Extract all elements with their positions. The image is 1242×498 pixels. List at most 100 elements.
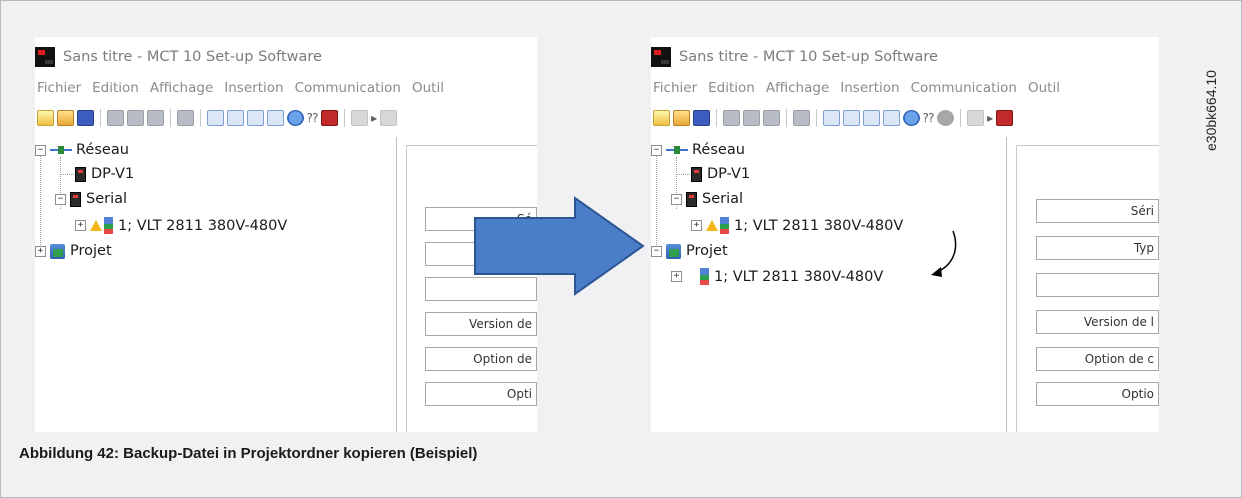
menu-edition[interactable]: Edition <box>708 80 755 96</box>
device-icon <box>70 191 81 207</box>
small-icons-icon[interactable] <box>843 110 860 126</box>
figure-code: e30bk664.10 <box>1197 31 1223 181</box>
menu-edition[interactable]: Edition <box>92 80 139 96</box>
save-icon[interactable] <box>77 110 94 126</box>
open-folder-icon[interactable] <box>673 110 690 126</box>
tree-node-network[interactable]: − Réseau <box>35 142 129 158</box>
list-view-icon[interactable] <box>863 110 880 126</box>
tree-node-project[interactable]: + Projet <box>35 243 112 259</box>
expand-icon[interactable]: + <box>671 271 682 282</box>
small-icons-icon[interactable] <box>227 110 244 126</box>
play-icon[interactable]: ▸ <box>371 111 377 125</box>
whats-this-icon[interactable]: ⁇ <box>307 111 318 125</box>
device-disabled-icon[interactable] <box>937 110 955 126</box>
play-icon[interactable]: ▸ <box>987 111 993 125</box>
collapse-icon[interactable]: − <box>55 193 66 205</box>
figure-caption: Abbildung 42: Backup-Datei in Projektord… <box>19 445 478 462</box>
cut-icon[interactable] <box>723 110 740 126</box>
device-icon[interactable] <box>321 110 339 126</box>
save-icon[interactable] <box>693 110 710 126</box>
print-icon[interactable] <box>793 110 810 126</box>
help-icon[interactable] <box>903 110 920 126</box>
tree-connector <box>40 155 41 255</box>
tree-node-serial[interactable]: − Serial <box>671 191 743 207</box>
copy-icon[interactable] <box>743 110 760 126</box>
project-icon <box>50 243 65 259</box>
tree-node-label: Serial <box>702 191 744 207</box>
tree-node-network[interactable]: − Réseau <box>651 142 745 158</box>
tree-node-project[interactable]: − Projet <box>651 243 728 259</box>
menu-outil[interactable]: Outil <box>412 80 444 96</box>
property-field[interactable]: Option de c <box>1036 347 1159 371</box>
device-icon <box>691 166 702 182</box>
arrow-shape <box>474 196 645 296</box>
property-field[interactable]: Optio <box>1036 382 1159 406</box>
title-bar: Sans titre - MCT 10 Set-up Software <box>651 45 938 69</box>
copy-icon[interactable] <box>127 110 144 126</box>
collapse-icon[interactable]: − <box>651 245 662 257</box>
step-icon[interactable] <box>996 110 1014 126</box>
print-icon[interactable] <box>177 110 194 126</box>
device-icon <box>686 191 697 207</box>
curved-arrow-icon <box>931 230 957 277</box>
expand-icon[interactable]: + <box>75 220 86 231</box>
figure-frame: Sans titre - MCT 10 Set-up Software Fich… <box>0 0 1242 498</box>
new-file-icon[interactable] <box>653 110 670 126</box>
property-field[interactable]: Option de <box>425 347 537 371</box>
collapse-icon[interactable]: − <box>671 193 682 205</box>
figure-code-text: e30bk664.10 <box>1203 70 1219 151</box>
tree-node-label: Réseau <box>692 142 745 158</box>
list-view-icon[interactable] <box>247 110 264 126</box>
stop-icon[interactable] <box>967 110 985 126</box>
whats-this-icon[interactable]: ⁇ <box>923 111 934 125</box>
menu-fichier[interactable]: Fichier <box>653 80 697 96</box>
property-field[interactable]: Opti <box>425 382 537 406</box>
expand-icon[interactable]: + <box>691 220 702 231</box>
collapse-icon[interactable]: − <box>651 144 662 156</box>
property-field[interactable]: Typ <box>1036 236 1159 260</box>
paste-icon[interactable] <box>147 110 164 126</box>
large-icons-icon[interactable] <box>207 110 224 126</box>
menu-outil[interactable]: Outil <box>1028 80 1060 96</box>
tree-node-serial[interactable]: − Serial <box>55 191 127 207</box>
expand-icon[interactable]: + <box>35 245 46 257</box>
open-folder-icon[interactable] <box>57 110 74 126</box>
menu-insertion[interactable]: Insertion <box>224 80 283 96</box>
toolbar: ⁇ ▸ <box>37 107 398 129</box>
property-field[interactable]: Version de l <box>1036 310 1159 334</box>
toolbar-separator <box>170 109 171 127</box>
menu-fichier[interactable]: Fichier <box>37 80 81 96</box>
menu-affichage[interactable]: Affichage <box>150 80 213 96</box>
new-file-icon[interactable] <box>37 110 54 126</box>
property-field[interactable] <box>1036 273 1159 297</box>
large-icons-icon[interactable] <box>823 110 840 126</box>
paste-icon[interactable] <box>763 110 780 126</box>
drive-icon <box>104 217 113 234</box>
toolbar-separator <box>786 109 787 127</box>
menu-affichage[interactable]: Affichage <box>766 80 829 96</box>
details-view-icon[interactable] <box>267 110 284 126</box>
cut-icon[interactable] <box>107 110 124 126</box>
menu-communication[interactable]: Communication <box>295 80 401 96</box>
collapse-icon[interactable]: − <box>35 144 46 156</box>
tree-node-dpv1[interactable]: DP-V1 <box>75 166 134 182</box>
tree-node-project-drive[interactable]: + 1; VLT 2811 380V-480V <box>671 268 883 285</box>
tree-node-label: Serial <box>86 191 128 207</box>
menu-communication[interactable]: Communication <box>911 80 1017 96</box>
tree-node-label: Projet <box>686 243 728 259</box>
tree-node-drive[interactable]: + 1; VLT 2811 380V-480V <box>691 217 903 234</box>
window-title: Sans titre - MCT 10 Set-up Software <box>679 49 938 65</box>
tree-connector <box>656 155 657 255</box>
property-field[interactable]: Séri <box>1036 199 1159 223</box>
stop-icon[interactable] <box>351 110 369 126</box>
step-icon[interactable] <box>380 110 398 126</box>
menu-insertion[interactable]: Insertion <box>840 80 899 96</box>
details-view-icon[interactable] <box>883 110 900 126</box>
tree-node-label: 1; VLT 2811 380V-480V <box>734 217 904 234</box>
tree-node-drive[interactable]: + 1; VLT 2811 380V-480V <box>75 217 287 234</box>
tree-node-label: DP-V1 <box>707 166 751 182</box>
tree-node-dpv1[interactable]: DP-V1 <box>691 166 750 182</box>
property-field[interactable]: Version de <box>425 312 537 336</box>
help-icon[interactable] <box>287 110 304 126</box>
network-icon <box>50 145 72 155</box>
